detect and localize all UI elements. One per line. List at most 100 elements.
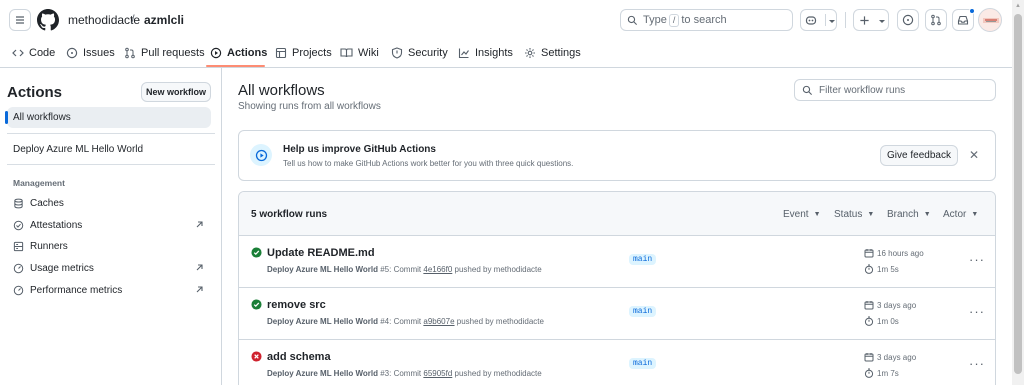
branch-badge[interactable]: main <box>629 306 657 317</box>
tab-settings[interactable]: Settings <box>524 44 581 62</box>
filter-runs-input[interactable]: Filter workflow runs <box>794 79 996 101</box>
stopwatch-icon <box>864 264 874 274</box>
commit-sha-link[interactable]: 4e166f0 <box>423 265 452 274</box>
calendar-icon <box>864 249 874 258</box>
tab-projects[interactable]: Projects <box>275 44 332 62</box>
chevron-down-icon <box>879 20 885 23</box>
sidebar-item-usage-metrics[interactable]: Usage metrics <box>13 261 208 275</box>
sidebar-item-label: Runners <box>30 240 68 252</box>
run-title[interactable]: add schema <box>267 351 331 363</box>
sidebar-divider <box>7 133 215 134</box>
avatar[interactable] <box>978 8 1002 32</box>
pushed-by: pushed by methodidacte <box>456 317 544 326</box>
play-icon <box>210 47 222 59</box>
graph-icon <box>458 48 469 59</box>
workflow-run-row[interactable]: remove src Deploy Azure ML Hello World #… <box>239 288 995 340</box>
run-duration-text: 1m 5s <box>877 264 899 274</box>
commit-label: Commit <box>393 317 422 326</box>
scroll-up-arrow-icon[interactable]: ▲ <box>1015 3 1021 9</box>
copilot-button[interactable] <box>800 9 837 31</box>
kebab-menu-icon[interactable]: ··· <box>969 356 985 371</box>
scrollbar-thumb[interactable] <box>1014 14 1022 374</box>
create-new-button[interactable] <box>853 9 889 31</box>
sidebar-item-label: Attestations <box>30 219 83 231</box>
table-icon <box>275 47 287 59</box>
commit-sha-link[interactable]: a9b607e <box>423 317 454 326</box>
shield-icon <box>391 47 403 59</box>
event-filter-dropdown[interactable]: Event ▼ <box>783 209 821 220</box>
tab-security[interactable]: Security <box>391 44 448 62</box>
sidebar-item-runners[interactable]: Runners <box>13 239 208 253</box>
top-bar: methodidacte / azmlcli Type / to search <box>0 0 1012 40</box>
new-workflow-button[interactable]: New workflow <box>141 82 211 102</box>
caret-down-icon: ▼ <box>923 211 931 218</box>
issues-button[interactable] <box>897 9 919 31</box>
run-timestamp: 16 hours ago <box>864 248 924 258</box>
sidebar-item-all-workflows[interactable]: All workflows <box>5 107 211 128</box>
sidebar-item-performance-metrics[interactable]: Performance metrics <box>13 283 208 297</box>
kebab-menu-icon[interactable]: ··· <box>969 252 985 267</box>
tab-code[interactable]: Code <box>12 44 55 62</box>
git-pull-request-icon <box>931 14 941 26</box>
sidebar-item-workflow[interactable]: Deploy Azure ML Hello World <box>13 144 143 155</box>
breadcrumb-separator: / <box>131 12 135 27</box>
workflow-run-row[interactable]: add schema Deploy Azure ML Hello World #… <box>239 340 995 385</box>
tab-label: Wiki <box>358 47 379 59</box>
calendar-icon <box>864 301 874 310</box>
github-logo-icon[interactable] <box>37 9 59 31</box>
breadcrumb-owner[interactable]: methodidacte <box>68 13 140 27</box>
status-filter-dropdown[interactable]: Status ▼ <box>834 209 874 220</box>
run-number: #5 <box>380 265 390 274</box>
chevron-down-icon <box>829 20 835 23</box>
play-icon <box>255 149 267 161</box>
page-subtitle: Showing runs from all workflows <box>238 101 381 112</box>
menu-button[interactable] <box>9 9 31 31</box>
pushed-by: pushed by methodidacte <box>454 369 542 378</box>
filter-label: Event <box>783 209 809 220</box>
header-divider <box>845 12 846 28</box>
run-meta: Deploy Azure ML Hello World #4: Commit a… <box>267 317 544 326</box>
branch-filter-dropdown[interactable]: Branch ▼ <box>887 209 931 220</box>
run-title[interactable]: remove src <box>267 299 326 311</box>
branch-badge[interactable]: main <box>629 254 657 265</box>
sidebar-title: Actions <box>7 84 63 101</box>
run-timestamp: 3 days ago <box>864 300 916 310</box>
tab-pull-requests[interactable]: Pull requests <box>124 44 205 62</box>
search-input[interactable]: Type / to search <box>620 9 793 31</box>
tab-actions[interactable]: Actions <box>210 44 267 62</box>
filter-label: Status <box>834 209 863 220</box>
run-title[interactable]: Update README.md <box>267 247 375 259</box>
run-workflow-name: Deploy Azure ML Hello World <box>267 317 378 326</box>
run-duration-text: 1m 7s <box>877 368 899 378</box>
inbox-button[interactable] <box>952 8 975 31</box>
close-icon[interactable]: ✕ <box>969 148 979 162</box>
branch-badge[interactable]: main <box>629 358 657 369</box>
sidebar-item-caches[interactable]: Caches <box>13 196 208 210</box>
actor-filter-dropdown[interactable]: Actor ▼ <box>943 209 978 220</box>
page-title: All workflows <box>238 82 325 99</box>
workflow-runs-list: 5 workflow runs Event ▼ Status ▼ Branch ▼ A… <box>238 191 996 385</box>
breadcrumb-repo[interactable]: azmlcli <box>144 13 184 27</box>
server-icon <box>13 241 24 251</box>
filter-placeholder: Filter workflow runs <box>819 84 906 96</box>
give-feedback-button[interactable]: Give feedback <box>880 145 958 166</box>
meter-icon <box>13 263 24 273</box>
run-duration: 1m 7s <box>864 368 899 378</box>
caret-down-icon: ▼ <box>813 211 821 218</box>
banner-icon-wrapper <box>250 144 272 166</box>
tab-insights[interactable]: Insights <box>458 44 513 62</box>
pull-requests-button[interactable] <box>925 9 947 31</box>
commit-label: Commit <box>393 265 422 274</box>
sidebar-item-attestations[interactable]: Attestations <box>13 218 208 232</box>
arrow-up-right-icon <box>196 264 203 271</box>
tab-wiki[interactable]: Wiki <box>340 44 379 62</box>
page-scrollbar[interactable]: ▲ <box>1012 0 1024 385</box>
kebab-menu-icon[interactable]: ··· <box>969 304 985 319</box>
workflow-run-row[interactable]: Update README.md Deploy Azure ML Hello W… <box>239 236 995 288</box>
search-icon <box>802 85 813 95</box>
tab-issues[interactable]: Issues <box>66 44 115 62</box>
commit-sha-link[interactable]: 65905fd <box>423 369 452 378</box>
failure-x-icon <box>251 351 262 362</box>
tab-label: Projects <box>292 47 332 59</box>
sidebar-item-label: Usage metrics <box>30 262 94 274</box>
